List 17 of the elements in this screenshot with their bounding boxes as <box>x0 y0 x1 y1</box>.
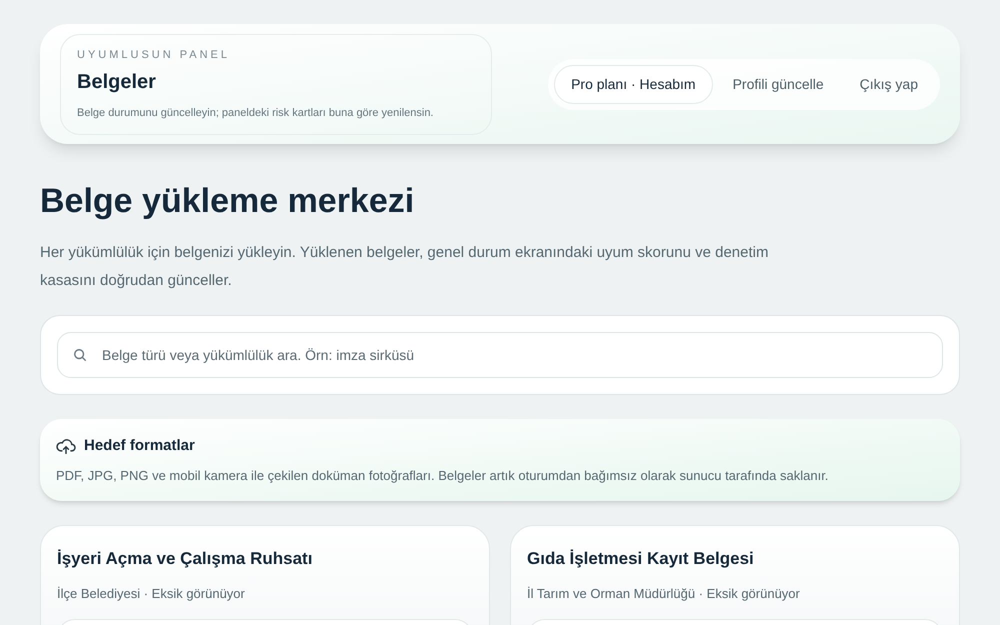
nav-button[interactable]: Pro planı · Hesabım <box>554 64 713 104</box>
page-title: Belge yükleme merkezi <box>40 181 414 222</box>
nav-button[interactable]: Çıkış yap <box>844 66 934 102</box>
formats-title: Hedef formatlar <box>84 436 195 456</box>
nav-button[interactable]: Profili güncelle <box>716 66 840 102</box>
document-title: Gıda İşletmesi Kayıt Belgesi <box>527 548 754 570</box>
eyebrow-label: UYUMLUSUN PANEL <box>77 48 230 62</box>
formats-description: PDF, JPG, PNG ve mobil kamera ile çekilen doküman fotoğrafları. Belgeler artık oturumdan bağımsız olarak sunucu tarafında saklanır. <box>56 466 828 485</box>
document-meta: İl Tarım ve Orman Müdürlüğü · Eksik görünüyor <box>527 584 800 603</box>
cloud-upload-icon <box>56 437 76 456</box>
panel-title: Belgeler <box>77 70 156 95</box>
search-icon <box>73 348 87 362</box>
panel-subtitle: Belge durumunu güncelleyin; paneldeki risk kartları buna göre yenilensin. <box>77 106 434 121</box>
document-meta: İlçe Belediyesi · Eksik görünüyor <box>57 584 245 603</box>
page-description: Her yükümlülük için belgenizi yükleyin. Yüklenen belgeler, genel durum ekranındaki uyum skorunu ve denetim kasasını doğrudan günceller. <box>40 243 770 291</box>
search-field[interactable]: Belge türü veya yükümlülük ara. Örn: imza sirküsü <box>57 332 943 378</box>
document-title: İşyeri Açma ve Çalışma Ruhsatı <box>57 548 312 570</box>
